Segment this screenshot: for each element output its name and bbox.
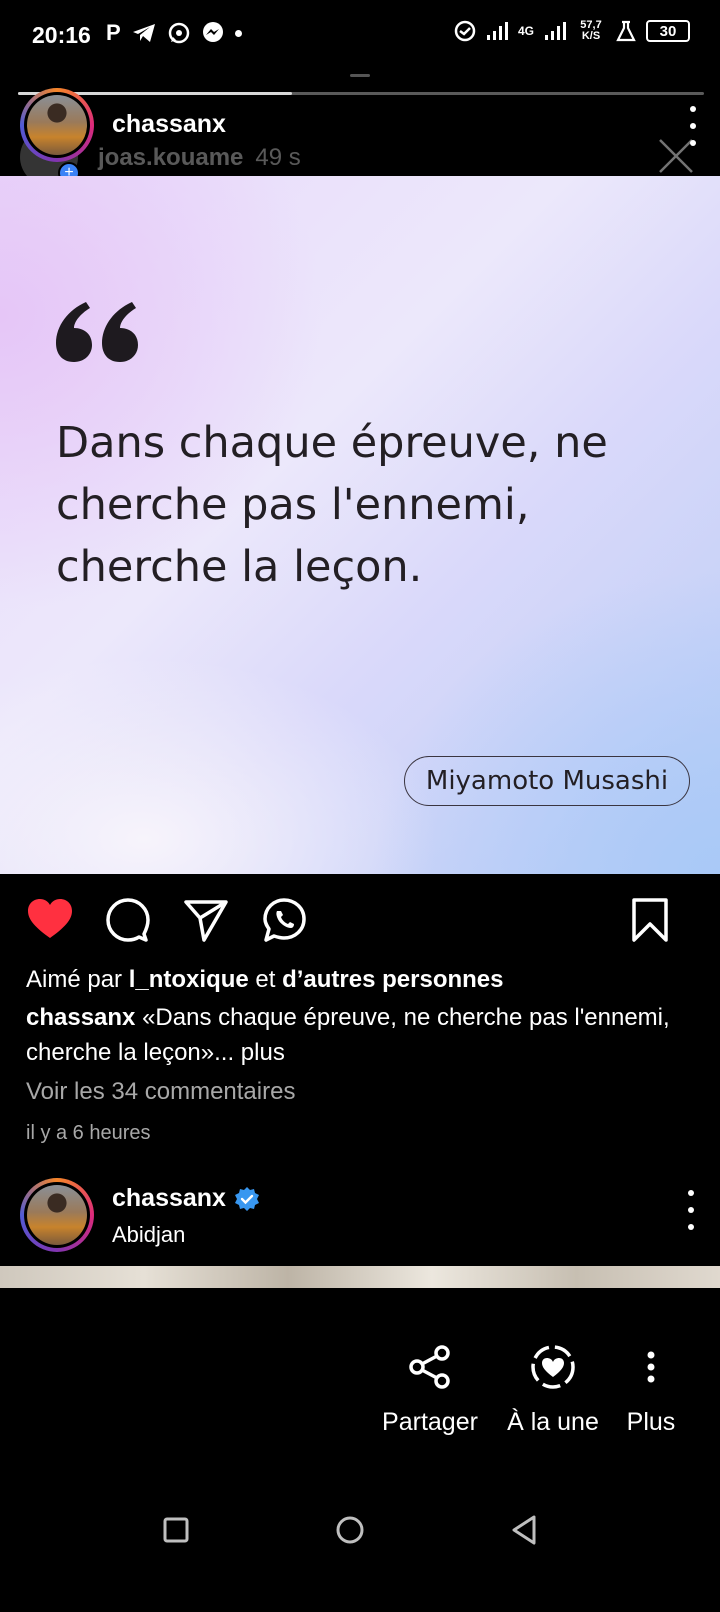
next-post-avatar[interactable] [20,1178,94,1252]
notification-icons: P [106,20,242,46]
home-icon[interactable] [328,1508,372,1552]
avatar-photo [27,95,87,155]
liked-others[interactable]: d’autres personnes [282,966,503,993]
sheet-notch [350,74,370,77]
liked-user[interactable]: l_ntoxique [129,966,249,993]
status-time: 20:16 [32,22,91,48]
share-button[interactable]: Partager [372,1344,488,1437]
caption-username[interactable]: chassanx [26,1004,135,1031]
story-sub-user[interactable]: joas.kouame 49 s [98,144,301,172]
story-sub-username[interactable]: joas.kouame [98,144,243,171]
whatsapp-share-icon[interactable] [260,896,308,944]
story-progress-bar [18,92,704,95]
battery-indicator: 30 [646,20,690,42]
highlight-button[interactable]: À la une [500,1344,606,1437]
sync-icon [454,20,476,42]
liked-by[interactable]: Aimé par l_ntoxique et d’autres personne… [26,966,504,994]
next-post-username[interactable]: chassanx [112,1184,226,1213]
flask-icon [616,20,636,42]
verified-badge-icon [234,1186,259,1211]
liked-mid: et [255,966,276,993]
story-username[interactable]: chassanx [112,110,226,139]
quote-text: Dans chaque épreuve, ne cherche pas l'en… [56,418,608,592]
share-nodes-icon [409,1345,450,1389]
quote-mark-icon [56,302,138,362]
avatar-photo [27,1185,87,1245]
p-notification-icon: P [106,20,121,45]
post-image[interactable]: Dans chaque épreuve, ne cherche pas l'en… [0,176,720,874]
more-button[interactable]: Plus [618,1344,684,1437]
post-actions [0,896,720,948]
next-post-location[interactable]: Abidjan [112,1222,185,1248]
more-vertical-icon [647,1351,655,1383]
next-post-image[interactable] [0,1266,720,1288]
highlight-heart-icon [531,1345,575,1389]
highlight-label: À la une [507,1408,599,1436]
view-comments-link[interactable]: Voir les 34 commentaires [26,1078,295,1106]
bottom-sheet-actions: Partager À la une Plus [0,1344,720,1464]
post-time: il y a 6 heures [26,1122,151,1144]
next-post-more-icon[interactable] [686,1190,696,1230]
caption-more-link[interactable]: plus [241,1039,285,1066]
like-heart-icon[interactable] [26,896,74,944]
status-bar: 20:16 P 4G 57,7 K/S 30 [0,0,720,72]
save-bookmark-icon[interactable] [626,896,674,944]
share-label: Partager [382,1408,478,1436]
post-caption[interactable]: chassanx «Dans chaque épreuve, ne cherch… [26,1000,696,1070]
close-icon[interactable] [656,136,696,176]
more-notifications-dot [234,29,242,37]
signal-icon [486,22,508,40]
messenger-icon [201,21,225,45]
next-post-user[interactable]: chassanx [112,1184,260,1213]
story-time: 49 s [255,144,301,171]
system-indicators: 4G 57,7 K/S 30 [454,20,690,42]
more-label: Plus [626,1408,676,1436]
telegram-icon [131,22,157,44]
quote-author: Miyamoto Musashi [404,756,690,806]
share-send-icon[interactable] [182,896,230,944]
back-icon[interactable] [502,1508,546,1552]
network-type: 4G [517,24,534,38]
whatsapp-icon [167,21,191,45]
system-nav-bar [0,1490,720,1570]
signal-icon-2 [545,22,566,40]
story-avatar[interactable] [20,88,94,162]
liked-prefix: Aimé par [26,966,123,993]
comment-icon[interactable] [104,896,152,944]
data-speed: 57,7 K/S [580,19,602,42]
recent-apps-icon[interactable] [154,1508,198,1552]
